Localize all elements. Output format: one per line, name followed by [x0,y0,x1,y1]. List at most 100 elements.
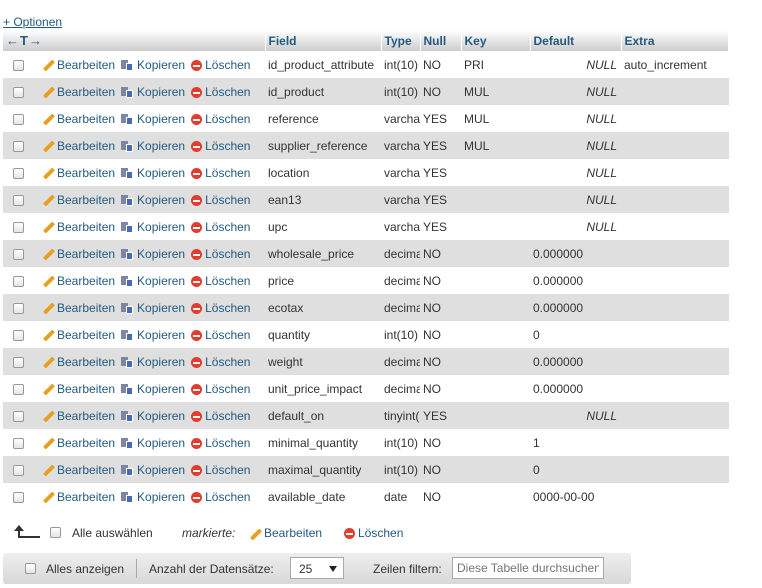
select-all-checkbox[interactable] [50,527,61,538]
copy-button[interactable]: Kopieren [121,355,185,369]
row-checkbox[interactable] [13,248,24,260]
row-checkbox[interactable] [13,86,24,98]
edit-button[interactable]: Bearbeiten [42,436,115,450]
delete-button[interactable]: Löschen [191,274,250,288]
pencil-icon [42,113,54,125]
delete-button[interactable]: Löschen [191,166,250,180]
row-checkbox[interactable] [13,437,24,449]
edit-button[interactable]: Bearbeiten [42,301,115,315]
copy-label: Kopieren [137,219,186,234]
bulk-edit-button[interactable]: Bearbeiten [249,526,322,540]
delete-label: Löschen [205,489,251,504]
copy-button[interactable]: Kopieren [121,112,185,126]
structure-table: ←T→ Field Type Null Key Default Extra Be… [3,30,729,510]
header-null[interactable]: Null [420,30,462,51]
row-checkbox[interactable] [13,140,24,152]
copy-button[interactable]: Kopieren [121,85,185,99]
edit-button[interactable]: Bearbeiten [42,112,115,126]
copy-button[interactable]: Kopieren [121,436,185,450]
delete-button[interactable]: Löschen [191,463,250,477]
header-key[interactable]: Key [461,30,531,51]
copy-button[interactable]: Kopieren [121,220,185,234]
cell-extra [621,78,729,105]
delete-button[interactable]: Löschen [191,112,250,126]
delete-button[interactable]: Löschen [191,409,250,423]
cell-field: upc [265,213,381,240]
cell-field: location [265,159,381,186]
row-checkbox[interactable] [13,383,24,395]
copy-button[interactable]: Kopieren [121,301,185,315]
row-checkbox[interactable] [13,356,24,368]
row-checkbox[interactable] [13,410,24,422]
copy-label: Kopieren [137,138,186,153]
options-link[interactable]: + Optionen [3,15,62,29]
edit-button[interactable]: Bearbeiten [42,139,115,153]
column-reorder-icon[interactable]: ←T→ [6,33,43,48]
edit-button[interactable]: Bearbeiten [42,58,115,72]
delete-button[interactable]: Löschen [191,382,250,396]
edit-button[interactable]: Bearbeiten [42,220,115,234]
delete-button[interactable]: Löschen [191,436,250,450]
edit-button[interactable]: Bearbeiten [42,355,115,369]
delete-button[interactable]: Löschen [191,328,250,342]
copy-button[interactable]: Kopieren [121,382,185,396]
copy-button[interactable]: Kopieren [121,193,185,207]
row-checkbox[interactable] [13,464,24,476]
row-checkbox[interactable] [13,167,24,179]
filter-rows-input[interactable] [452,557,604,579]
delete-button[interactable]: Löschen [191,193,250,207]
copy-button[interactable]: Kopieren [121,247,185,261]
row-checkbox[interactable] [13,194,24,206]
show-all-checkbox[interactable] [25,563,36,574]
edit-button[interactable]: Bearbeiten [42,382,115,396]
copy-label: Kopieren [137,354,186,369]
edit-button[interactable]: Bearbeiten [42,274,115,288]
header-extra[interactable]: Extra [621,30,729,51]
bulk-delete-button[interactable]: Löschen [344,526,403,540]
edit-button[interactable]: Bearbeiten [42,463,115,477]
delete-button[interactable]: Löschen [191,220,250,234]
select-all-label[interactable]: Alle auswählen [72,526,153,540]
edit-button[interactable]: Bearbeiten [42,328,115,342]
edit-button[interactable]: Bearbeiten [42,490,115,504]
cell-type: int(10) [381,321,420,348]
edit-button[interactable]: Bearbeiten [42,247,115,261]
edit-button[interactable]: Bearbeiten [42,193,115,207]
row-checkbox[interactable] [13,113,24,125]
copy-button[interactable]: Kopieren [121,58,185,72]
delete-button[interactable]: Löschen [191,85,250,99]
delete-button[interactable]: Löschen [191,247,250,261]
copy-button[interactable]: Kopieren [121,463,185,477]
header-field[interactable]: Field [265,30,382,51]
copy-button[interactable]: Kopieren [121,274,185,288]
edit-button[interactable]: Bearbeiten [42,85,115,99]
delete-button[interactable]: Löschen [191,58,250,72]
records-per-page-select[interactable]: 25 [290,557,344,579]
edit-button[interactable]: Bearbeiten [42,409,115,423]
copy-button[interactable]: Kopieren [121,166,185,180]
copy-button[interactable]: Kopieren [121,328,185,342]
column-controls[interactable]: ←T→ [3,30,266,51]
cell-key: PRI [461,51,530,78]
show-all-label[interactable]: Alles anzeigen [46,562,124,576]
copy-button[interactable]: Kopieren [121,409,185,423]
copy-button[interactable]: Kopieren [121,139,185,153]
header-type[interactable]: Type [381,30,421,51]
row-checkbox[interactable] [13,302,24,314]
delete-button[interactable]: Löschen [191,490,250,504]
cell-field: id_product_attribute [265,51,381,78]
edit-button[interactable]: Bearbeiten [42,166,115,180]
row-checkbox[interactable] [13,275,24,287]
row-checkbox[interactable] [13,59,24,71]
delete-button[interactable]: Löschen [191,301,250,315]
row-checkbox[interactable] [13,491,24,503]
copy-icon [121,464,134,477]
edit-label: Bearbeiten [57,111,116,126]
row-checkbox[interactable] [13,329,24,341]
row-checkbox[interactable] [13,221,24,233]
delete-button[interactable]: Löschen [191,355,250,369]
copy-button[interactable]: Kopieren [121,490,185,504]
header-default[interactable]: Default [530,30,622,51]
cell-default: NULL [530,213,621,240]
delete-button[interactable]: Löschen [191,139,250,153]
